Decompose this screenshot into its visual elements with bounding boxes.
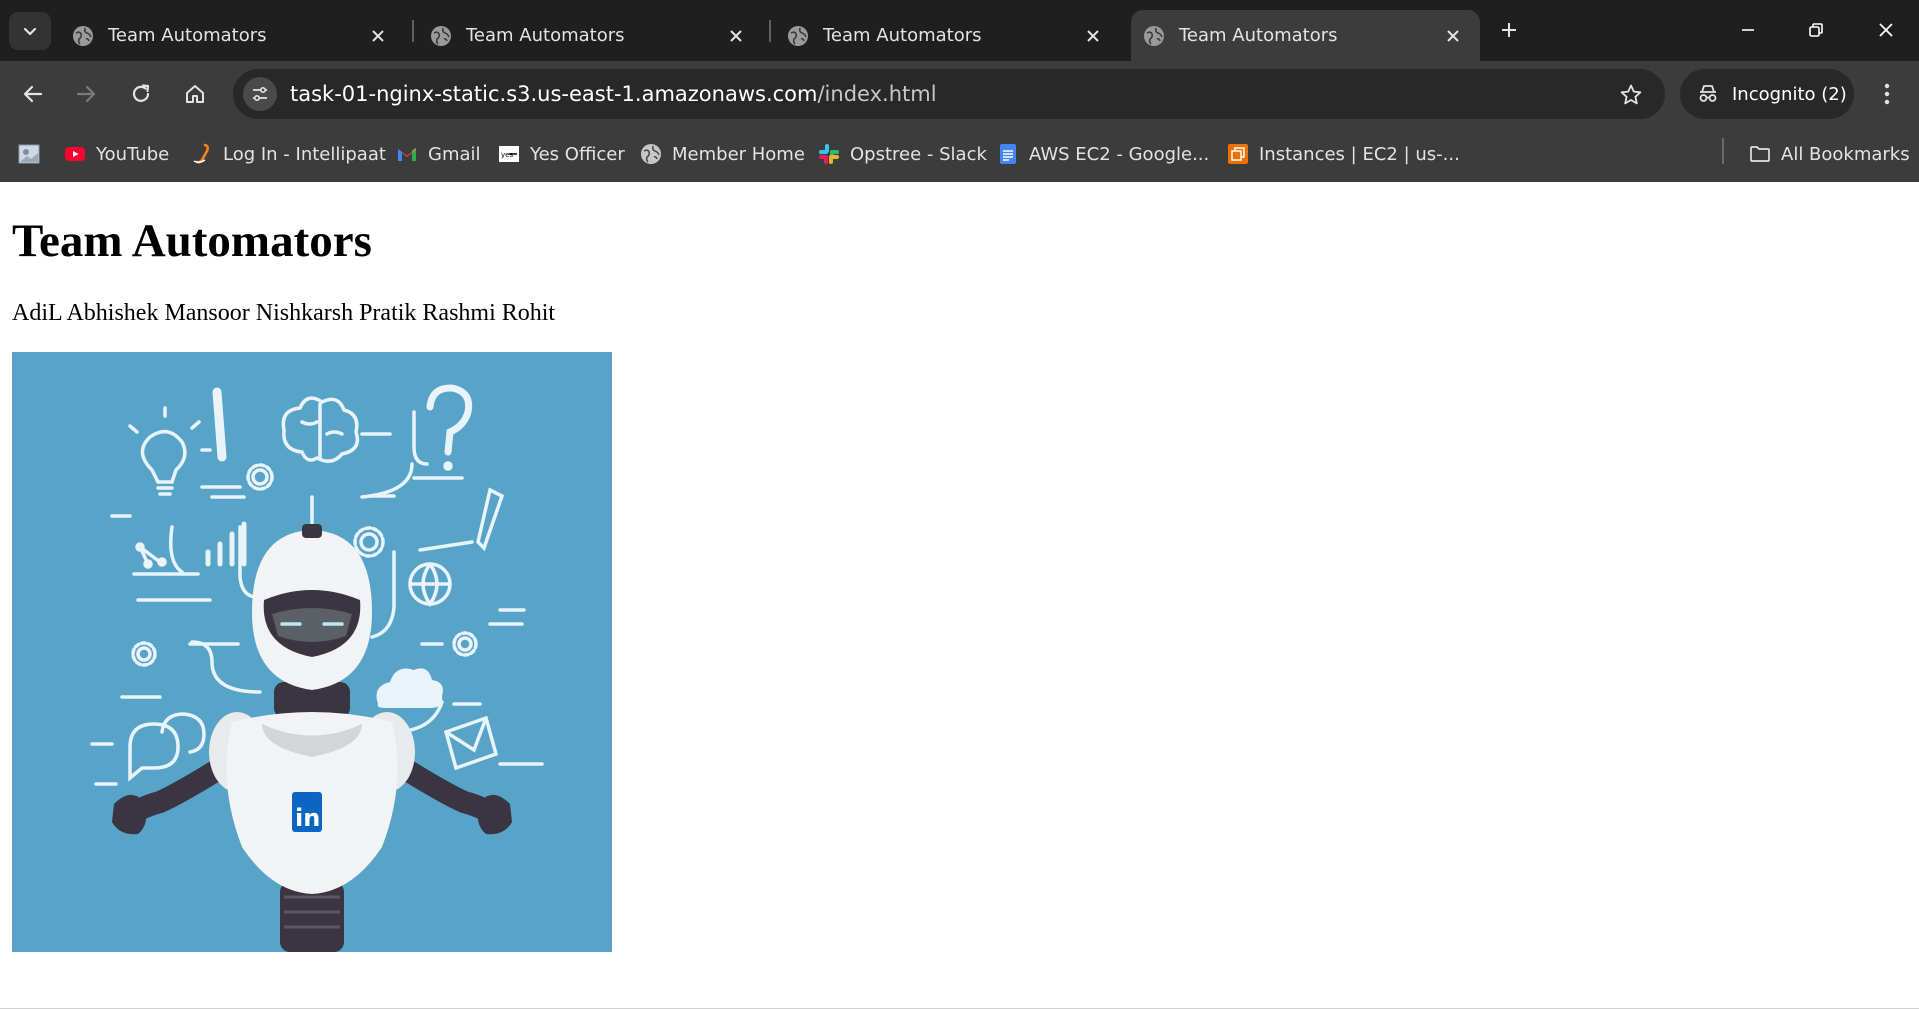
back-button[interactable] bbox=[14, 75, 52, 113]
home-icon bbox=[186, 85, 204, 103]
home-button[interactable] bbox=[176, 75, 214, 113]
tune-icon bbox=[253, 86, 267, 102]
bookmark-gmail[interactable]: Gmail bbox=[396, 138, 481, 170]
bookmark-ec2-instances[interactable]: Instances | EC2 | us-... bbox=[1227, 138, 1460, 170]
robot-illustration-svg: in bbox=[90, 384, 544, 952]
arrow-right-icon bbox=[76, 85, 96, 103]
globe-icon bbox=[73, 25, 93, 46]
toolbar: task-01-nginx-static.s3.us-east-1.amazon… bbox=[0, 61, 1919, 126]
bookmark-label: Yes Officer bbox=[530, 143, 625, 165]
tab-title: Team Automators bbox=[108, 25, 267, 46]
all-bookmarks-button[interactable]: All Bookmarks bbox=[1749, 138, 1910, 170]
slack-icon bbox=[819, 144, 839, 164]
bookmark-youtube[interactable]: YouTube bbox=[64, 138, 169, 170]
minimize-icon bbox=[1742, 29, 1754, 31]
bookmark-label: Member Home bbox=[672, 143, 805, 165]
url-text[interactable]: task-01-nginx-static.s3.us-east-1.amazon… bbox=[290, 82, 937, 106]
tab-strip: Team Automators Team Automators Team Aut… bbox=[0, 0, 1919, 61]
image-thumbnail-icon bbox=[18, 144, 40, 164]
url-path: /index.html bbox=[817, 82, 937, 106]
tab-title: Team Automators bbox=[466, 25, 625, 46]
globe-icon bbox=[1144, 25, 1164, 46]
incognito-icon bbox=[1699, 85, 1717, 102]
gmail-icon bbox=[398, 148, 416, 161]
intellipaat-icon bbox=[193, 143, 209, 164]
bookmark-label: Gmail bbox=[428, 143, 481, 165]
close-tab-icon[interactable] bbox=[1440, 23, 1466, 49]
arrow-left-icon bbox=[23, 85, 43, 103]
site-info-button[interactable] bbox=[243, 77, 277, 111]
restore-button[interactable] bbox=[1793, 10, 1839, 50]
aws-ec2-icon bbox=[1228, 144, 1248, 164]
bookmark-label: Opstree - Slack bbox=[850, 143, 987, 165]
globe-icon bbox=[641, 144, 661, 164]
reload-button[interactable] bbox=[122, 75, 160, 113]
globe-icon bbox=[788, 25, 808, 46]
address-bar[interactable]: task-01-nginx-static.s3.us-east-1.amazon… bbox=[233, 69, 1665, 119]
close-window-button[interactable] bbox=[1863, 10, 1909, 50]
team-members-text: AdiL Abhishek Mansoor Nishkarsh Pratik R… bbox=[12, 300, 556, 326]
forward-button[interactable] bbox=[67, 75, 105, 113]
bookmarks-bar: YouTube Log In - Intellipaat Gmail yes Y… bbox=[0, 126, 1919, 182]
bookmark-label: Instances | EC2 | us-... bbox=[1259, 143, 1460, 165]
bookmark-image[interactable] bbox=[18, 138, 40, 170]
minimize-button[interactable] bbox=[1725, 10, 1771, 50]
tab-2[interactable]: Team Automators bbox=[418, 10, 763, 61]
close-tab-icon[interactable] bbox=[723, 23, 749, 49]
incognito-label: Incognito (2) bbox=[1732, 83, 1847, 105]
tab-separator bbox=[412, 20, 414, 42]
bookmark-intellipaat[interactable]: Log In - Intellipaat bbox=[191, 138, 386, 170]
restore-icon bbox=[1809, 23, 1823, 37]
yes-officer-icon: yes bbox=[499, 146, 519, 162]
browser-menu-button[interactable] bbox=[1868, 75, 1906, 113]
tab-1[interactable]: Team Automators bbox=[60, 10, 405, 61]
bookmarks-divider bbox=[1722, 138, 1724, 164]
tab-search-button[interactable] bbox=[9, 12, 51, 50]
new-tab-button[interactable] bbox=[1493, 14, 1525, 46]
url-host: task-01-nginx-static.s3.us-east-1.amazon… bbox=[290, 82, 818, 106]
bookmark-yes-officer[interactable]: yes Yes Officer bbox=[498, 138, 625, 170]
close-tab-icon[interactable] bbox=[365, 23, 391, 49]
svg-text:yes: yes bbox=[501, 151, 513, 159]
robot-illustration: in bbox=[12, 352, 612, 952]
bookmark-member-home[interactable]: Member Home bbox=[640, 138, 805, 170]
linkedin-badge-text: in bbox=[295, 804, 320, 832]
tab-title: Team Automators bbox=[1179, 25, 1338, 46]
star-icon bbox=[1620, 84, 1642, 105]
more-vertical-icon bbox=[1884, 83, 1890, 105]
bookmark-label: YouTube bbox=[96, 143, 170, 165]
folder-icon bbox=[1750, 146, 1770, 162]
chevron-down-icon bbox=[23, 27, 37, 36]
tab-title: Team Automators bbox=[823, 25, 982, 46]
tab-separator bbox=[769, 20, 771, 42]
page-content: Team Automators AdiL Abhishek Mansoor Ni… bbox=[0, 182, 1919, 1009]
tab-4-active[interactable]: Team Automators bbox=[1131, 10, 1480, 61]
bookmark-label: Log In - Intellipaat bbox=[223, 143, 386, 165]
all-bookmarks-label: All Bookmarks bbox=[1781, 143, 1910, 165]
bookmark-label: AWS EC2 - Google... bbox=[1029, 143, 1210, 165]
incognito-button[interactable]: Incognito (2) bbox=[1680, 69, 1854, 119]
youtube-icon bbox=[65, 147, 85, 161]
globe-icon bbox=[431, 25, 451, 46]
browser-window: Team Automators Team Automators Team Aut… bbox=[0, 0, 1919, 1009]
close-tab-icon[interactable] bbox=[1080, 23, 1106, 49]
plus-icon bbox=[1502, 23, 1516, 37]
close-icon bbox=[1879, 23, 1893, 37]
bookmark-star-button[interactable] bbox=[1617, 81, 1645, 109]
tab-3[interactable]: Team Automators bbox=[775, 10, 1120, 61]
page-heading: Team Automators bbox=[12, 215, 372, 267]
bookmark-slack[interactable]: Opstree - Slack bbox=[818, 138, 987, 170]
google-docs-icon bbox=[1000, 144, 1016, 164]
bookmark-aws-ec2-doc[interactable]: AWS EC2 - Google... bbox=[997, 138, 1209, 170]
reload-icon bbox=[132, 84, 150, 102]
